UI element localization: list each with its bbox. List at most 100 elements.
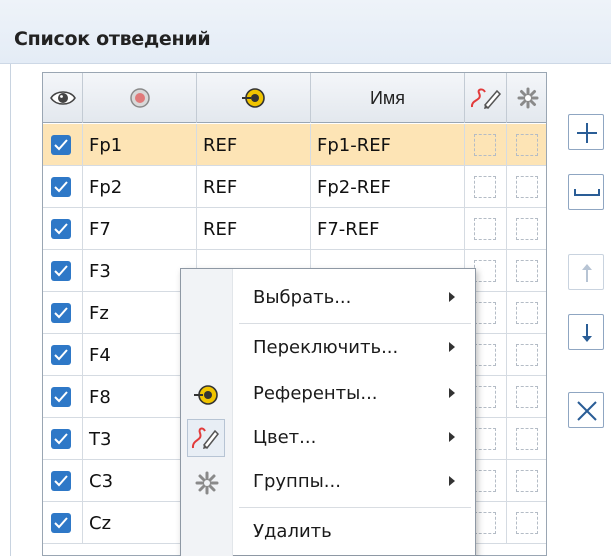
electrode-icon bbox=[129, 88, 150, 108]
column-group-header[interactable] bbox=[507, 73, 546, 123]
reference-label: REF bbox=[203, 176, 238, 198]
visibility-checkbox[interactable] bbox=[51, 219, 71, 239]
checkmark-icon bbox=[54, 181, 68, 193]
group-swatch-empty bbox=[516, 260, 538, 282]
reference-label: REF bbox=[203, 134, 238, 156]
submenu-arrow-icon bbox=[449, 388, 455, 398]
checkmark-icon bbox=[54, 433, 68, 445]
menu-item-delete[interactable]: Удалить bbox=[233, 509, 477, 555]
visibility-checkbox[interactable] bbox=[51, 345, 71, 365]
reference-electrode-icon bbox=[194, 385, 218, 405]
color-swatch-empty bbox=[474, 302, 496, 324]
group-cell[interactable] bbox=[507, 208, 546, 250]
visibility-checkbox[interactable] bbox=[51, 303, 71, 323]
move-down-button[interactable] bbox=[568, 314, 604, 350]
group-cell[interactable] bbox=[507, 376, 546, 418]
visibility-checkbox[interactable] bbox=[51, 135, 71, 155]
add-lead-button[interactable] bbox=[568, 114, 604, 150]
color-swatch-empty bbox=[474, 218, 496, 240]
context-menu: Выбрать... Переключить... Референты... Ц… bbox=[180, 268, 476, 556]
arrow-up-icon bbox=[582, 264, 592, 282]
context-menu-icon-column bbox=[181, 269, 233, 556]
menu-separator bbox=[239, 507, 471, 508]
reference-cell[interactable]: REF bbox=[197, 166, 311, 208]
column-electrode-header[interactable] bbox=[83, 73, 197, 123]
color-cell[interactable] bbox=[465, 166, 507, 208]
reference-electrode-icon bbox=[241, 88, 265, 108]
group-swatch-empty bbox=[516, 176, 538, 198]
visibility-checkbox[interactable] bbox=[51, 513, 71, 533]
color-pen-icon bbox=[191, 427, 220, 450]
group-cell[interactable] bbox=[507, 292, 546, 334]
arrow-down-icon bbox=[582, 324, 592, 342]
color-swatch-empty bbox=[474, 134, 496, 156]
electrode-label: Cz bbox=[89, 512, 112, 534]
visibility-cell bbox=[43, 166, 83, 208]
menu-item-color[interactable]: Цвет... bbox=[233, 415, 477, 461]
color-swatch-empty bbox=[474, 260, 496, 282]
menu-item-select[interactable]: Выбрать... bbox=[233, 275, 477, 321]
group-cell[interactable] bbox=[507, 418, 546, 460]
group-swatch-empty bbox=[516, 218, 538, 240]
electrode-label: F7 bbox=[89, 218, 111, 240]
table-row[interactable]: Fp2 REF Fp2-REF bbox=[43, 166, 546, 208]
checkmark-icon bbox=[54, 307, 68, 319]
visibility-cell bbox=[43, 292, 83, 334]
lead-name-cell[interactable]: F7-REF bbox=[311, 208, 465, 250]
menu-item-references[interactable]: Референты... bbox=[233, 371, 477, 417]
menu-item-toggle[interactable]: Переключить... bbox=[233, 325, 477, 371]
electrode-cell[interactable]: Fp2 bbox=[83, 166, 197, 208]
visibility-checkbox[interactable] bbox=[51, 261, 71, 281]
column-name-header[interactable]: Имя bbox=[311, 73, 465, 123]
group-swatch-empty bbox=[516, 386, 538, 408]
panel-header: Список отведений bbox=[0, 0, 611, 64]
group-cell[interactable] bbox=[507, 334, 546, 376]
visibility-cell bbox=[43, 334, 83, 376]
reference-label: REF bbox=[203, 218, 238, 240]
remove-lead-button[interactable] bbox=[568, 174, 604, 210]
reference-cell[interactable]: REF bbox=[197, 124, 311, 166]
lead-name-cell[interactable]: Fp2-REF bbox=[311, 166, 465, 208]
color-swatch-empty bbox=[474, 512, 496, 534]
color-swatch-empty bbox=[474, 176, 496, 198]
table-row[interactable]: F7 REF F7-REF bbox=[43, 208, 546, 250]
electrode-cell[interactable]: F7 bbox=[83, 208, 197, 250]
move-up-button[interactable] bbox=[568, 254, 604, 290]
checkmark-icon bbox=[54, 391, 68, 403]
menu-item-groups[interactable]: Группы... bbox=[233, 459, 477, 505]
checkmark-icon bbox=[54, 475, 68, 487]
plus-icon bbox=[577, 123, 597, 143]
column-reference-header[interactable] bbox=[197, 73, 311, 123]
group-cell[interactable] bbox=[507, 502, 546, 544]
delete-lead-button[interactable] bbox=[568, 392, 604, 428]
group-swatch-empty bbox=[516, 470, 538, 492]
group-swatch-empty bbox=[516, 302, 538, 324]
checkmark-icon bbox=[54, 139, 68, 151]
group-cell[interactable] bbox=[507, 250, 546, 292]
color-cell[interactable] bbox=[465, 124, 507, 166]
electrode-cell[interactable]: Fp1 bbox=[83, 124, 197, 166]
reference-cell[interactable]: REF bbox=[197, 208, 311, 250]
visibility-cell bbox=[43, 460, 83, 502]
visibility-checkbox[interactable] bbox=[51, 471, 71, 491]
visibility-checkbox[interactable] bbox=[51, 177, 71, 197]
group-cell[interactable] bbox=[507, 460, 546, 502]
visibility-checkbox[interactable] bbox=[51, 429, 71, 449]
table-row[interactable]: Fp1 REF Fp1-REF bbox=[43, 124, 546, 166]
electrode-label: F4 bbox=[89, 344, 111, 366]
group-cell[interactable] bbox=[507, 124, 546, 166]
column-color-header[interactable] bbox=[465, 73, 507, 123]
group-swatch-empty bbox=[516, 428, 538, 450]
group-cell[interactable] bbox=[507, 166, 546, 208]
minus-icon bbox=[574, 189, 600, 196]
submenu-arrow-icon bbox=[449, 342, 455, 352]
color-cell[interactable] bbox=[465, 208, 507, 250]
column-visibility-header[interactable] bbox=[43, 73, 83, 123]
menu-item-label: Цвет... bbox=[253, 427, 317, 448]
visibility-checkbox[interactable] bbox=[51, 387, 71, 407]
grid-header: Имя bbox=[43, 73, 546, 123]
electrode-label: Fz bbox=[89, 302, 109, 324]
lead-name-cell[interactable]: Fp1-REF bbox=[311, 124, 465, 166]
groups-asterisk-icon bbox=[195, 471, 219, 495]
electrode-label: T3 bbox=[89, 428, 112, 450]
